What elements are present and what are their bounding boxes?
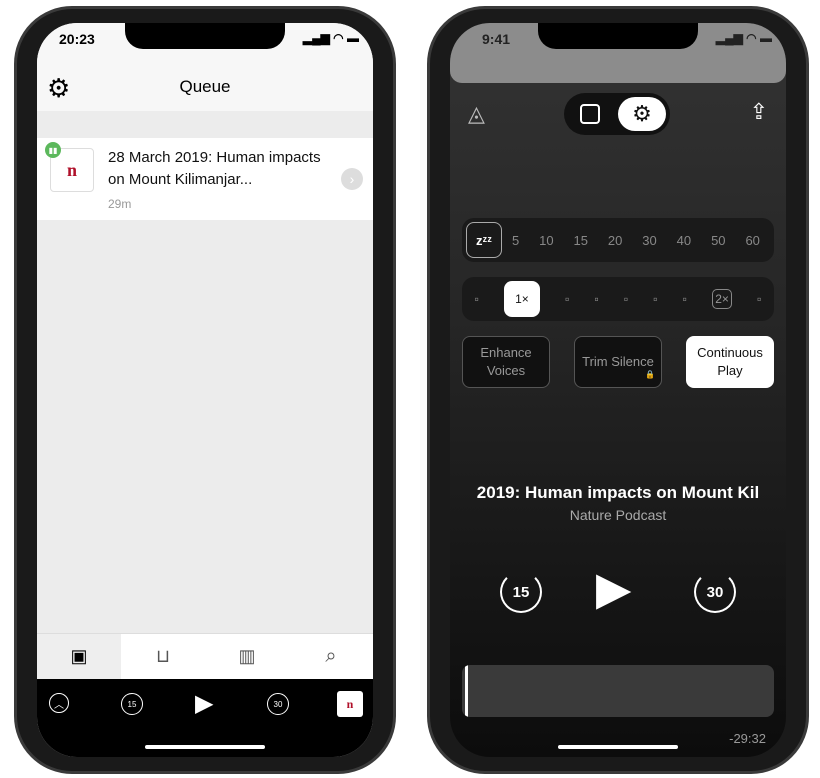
speed-2x-marker[interactable]: 2×: [712, 289, 733, 309]
phone-right: 9:41 ▂▄▆ ◠ ▬ ◬ ⚙ ⇪ zᶻᶻ 5 10 15 20 30 40 50 60 ▫…: [427, 6, 809, 774]
podcast-name: Nature Podcast: [569, 507, 667, 523]
sleep-zzz-icon[interactable]: zᶻᶻ: [466, 222, 502, 258]
trim-silence-toggle[interactable]: Trim Silence 🔒: [574, 336, 662, 388]
skip-back-15-button[interactable]: 15: [500, 571, 542, 613]
tab-library-icon[interactable]: ▥: [205, 634, 289, 679]
phone-left: 20:23 ▂▄▆ ◠ ▬ ⚙ Queue n ▮▮ 28 March 2019…: [14, 6, 396, 774]
play-button[interactable]: ▶: [596, 561, 631, 615]
status-icons: ▂▄▆ ◠ ▬: [715, 31, 772, 45]
remaining-time: -29:32: [729, 731, 766, 746]
speed-dot[interactable]: ▫: [624, 292, 628, 306]
share-icon[interactable]: ⇪: [750, 99, 768, 125]
airplay-icon[interactable]: ◬: [468, 101, 485, 127]
skip-forward-button[interactable]: 30: [267, 693, 289, 715]
sleep-option[interactable]: 20: [608, 233, 622, 248]
sleep-timer-row: zᶻᶻ 5 10 15 20 30 40 50 60: [462, 218, 774, 262]
mini-player: ︿ 15 ▶ 30 n: [37, 679, 373, 757]
speed-dot[interactable]: ▫: [475, 292, 479, 306]
speed-dot[interactable]: ▫: [565, 292, 569, 306]
episode-title: 2019: Human impacts on Mount Kil: [476, 483, 760, 502]
sleep-option[interactable]: 10: [539, 233, 553, 248]
tab-search-icon[interactable]: ⌕: [289, 634, 373, 679]
mini-artwork[interactable]: n: [337, 691, 363, 717]
view-toggle: ⚙: [564, 93, 670, 135]
page-title: Queue: [179, 77, 231, 96]
play-button[interactable]: ▶: [195, 689, 213, 718]
speed-dot[interactable]: ▫: [594, 292, 598, 306]
speed-selected[interactable]: 1×: [503, 281, 540, 317]
continuous-play-toggle[interactable]: Continuous Play: [686, 336, 774, 388]
skip-back-button[interactable]: 15: [121, 693, 143, 715]
sleep-option[interactable]: 60: [745, 233, 759, 248]
expand-chevron-up-icon[interactable]: ︿: [49, 693, 69, 713]
playing-badge-icon: ▮▮: [45, 142, 61, 158]
notch: [538, 23, 698, 49]
status-time: 9:41: [482, 31, 511, 47]
status-time: 20:23: [59, 31, 95, 47]
sleep-option[interactable]: 15: [574, 233, 588, 248]
chevron-right-icon[interactable]: ›: [341, 168, 363, 190]
home-indicator: [558, 745, 678, 749]
sleep-option[interactable]: 50: [711, 233, 725, 248]
speed-dot[interactable]: ▫: [653, 292, 657, 306]
scrubber[interactable]: [462, 665, 774, 717]
speed-row: ▫ 1× ▫ ▫ ▫ ▫ ▫ 2× ▫: [462, 277, 774, 321]
speed-dot[interactable]: ▫: [683, 292, 687, 306]
scrubber-playhead[interactable]: [462, 665, 469, 717]
speed-dot[interactable]: ▫: [757, 292, 761, 306]
square-icon[interactable]: [580, 104, 600, 124]
episode-title: 28 March 2019: Human impacts on Mount Ki…: [108, 149, 321, 188]
settings-gear-icon[interactable]: ⚙: [618, 97, 666, 131]
sleep-option[interactable]: 5: [512, 233, 519, 248]
enhance-voices-toggle[interactable]: Enhance Voices: [462, 336, 550, 388]
sleep-option[interactable]: 40: [677, 233, 691, 248]
trim-silence-label: Trim Silence: [582, 354, 654, 369]
notch: [125, 23, 285, 49]
lock-icon: 🔒: [645, 370, 655, 379]
tab-bar: ▣ ⊔ ▥ ⌕: [37, 633, 373, 679]
tab-now-playing-icon[interactable]: ▣: [37, 634, 121, 679]
queue-row[interactable]: n ▮▮ 28 March 2019: Human impacts on Mou…: [37, 138, 373, 220]
skip-forward-30-button[interactable]: 30: [694, 571, 736, 613]
home-indicator: [145, 745, 265, 749]
tab-inbox-icon[interactable]: ⊔: [121, 634, 205, 679]
status-icons: ▂▄▆ ◠ ▬: [302, 31, 359, 45]
episode-duration: 29m: [108, 197, 132, 211]
sleep-option[interactable]: 30: [642, 233, 656, 248]
